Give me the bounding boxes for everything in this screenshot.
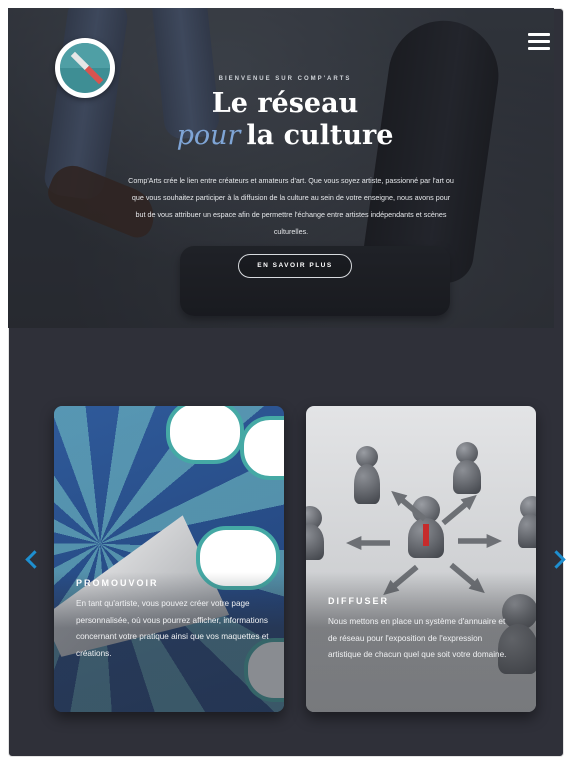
card-diffuser[interactable]: DIFFUSER Nous mettons en place un systèm… — [306, 406, 536, 712]
card-title: PROMOUVOIR — [76, 578, 159, 588]
hero-title-rest: la culture — [246, 120, 394, 151]
card-title: DIFFUSER — [328, 596, 389, 606]
compass-face — [60, 43, 110, 93]
card-promouvoir[interactable]: PROMOUVOIR En tant qu'artiste, vous pouv… — [54, 406, 284, 712]
en-savoir-plus-button[interactable]: EN SAVOIR PLUS — [238, 254, 352, 278]
hero-eyebrow: BIENVENUE SUR COMP'ARTS — [218, 76, 352, 82]
card-text: En tant qu'artiste, vous pouvez créer vo… — [76, 599, 269, 658]
cloud-user-icon — [166, 406, 244, 464]
red-tie — [423, 524, 429, 546]
hero-title-line1: Le réseau — [211, 88, 359, 119]
hamburger-menu-icon[interactable] — [528, 33, 550, 51]
chevron-left-icon[interactable] — [24, 548, 38, 570]
hero-title-pour: pour — [176, 120, 241, 151]
card-text: Nous mettons en place un système d'annua… — [328, 617, 507, 659]
hero-title-line2: pour la culture — [0, 120, 570, 151]
hero-description: Comp'Arts crée le lien entre créateurs e… — [128, 176, 454, 236]
arrow-graphic — [346, 536, 390, 550]
chevron-right-icon[interactable] — [552, 548, 566, 570]
